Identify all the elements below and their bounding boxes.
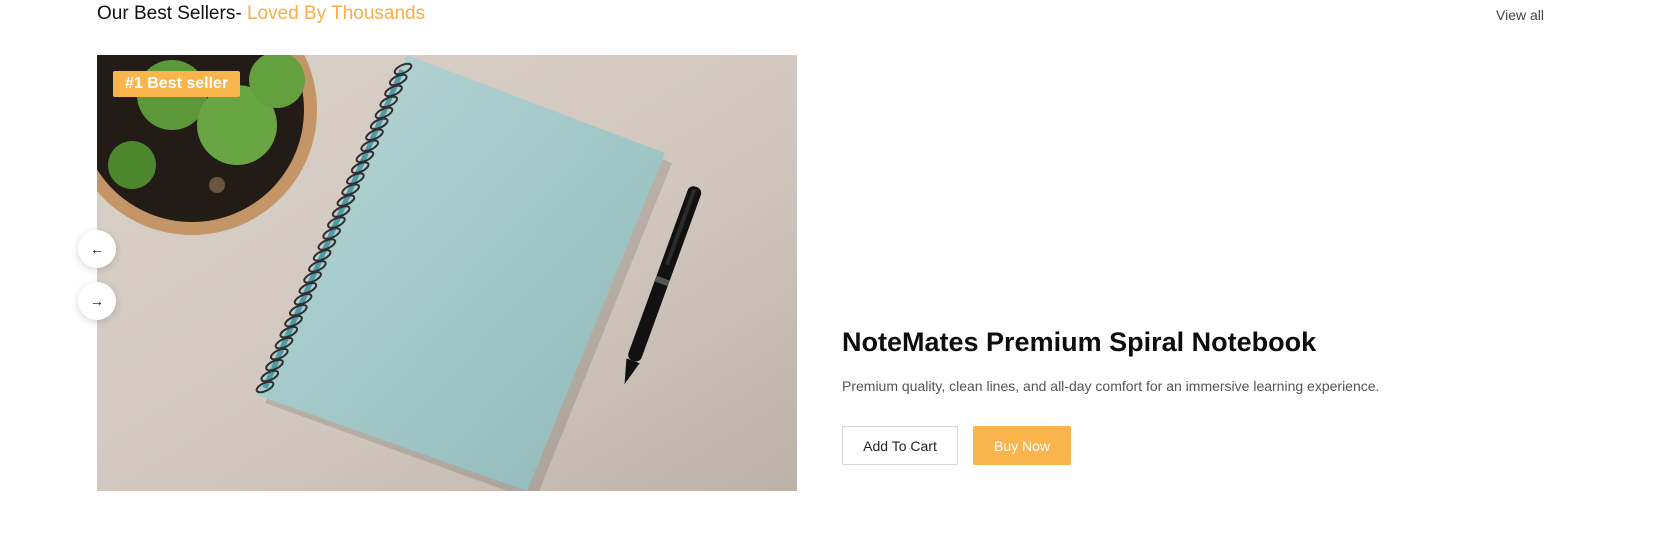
best-seller-badge: #1 Best seller	[113, 71, 241, 97]
product-title: NoteMates Premium Spiral Notebook	[842, 327, 1317, 357]
view-all-link[interactable]: View all	[1496, 7, 1544, 23]
product-description: Premium quality, clean lines, and all-da…	[842, 378, 1380, 394]
notebook-photo-illustration	[97, 55, 797, 491]
section-title: Our Best Sellers- Loved By Thousands	[97, 3, 425, 25]
carousel-next-button[interactable]: →	[78, 282, 116, 320]
buy-now-button[interactable]: Buy Now	[973, 426, 1071, 465]
section-title-accent: Loved By Thousands	[246, 3, 426, 24]
section-title-main: Our Best Sellers-	[97, 3, 242, 24]
carousel-prev-button[interactable]: ←	[78, 230, 116, 268]
arrow-right-icon: →	[90, 293, 104, 309]
arrow-left-icon: ←	[90, 241, 104, 257]
add-to-cart-button[interactable]: Add To Cart	[842, 426, 958, 465]
product-image: #1 Best seller	[97, 55, 797, 491]
